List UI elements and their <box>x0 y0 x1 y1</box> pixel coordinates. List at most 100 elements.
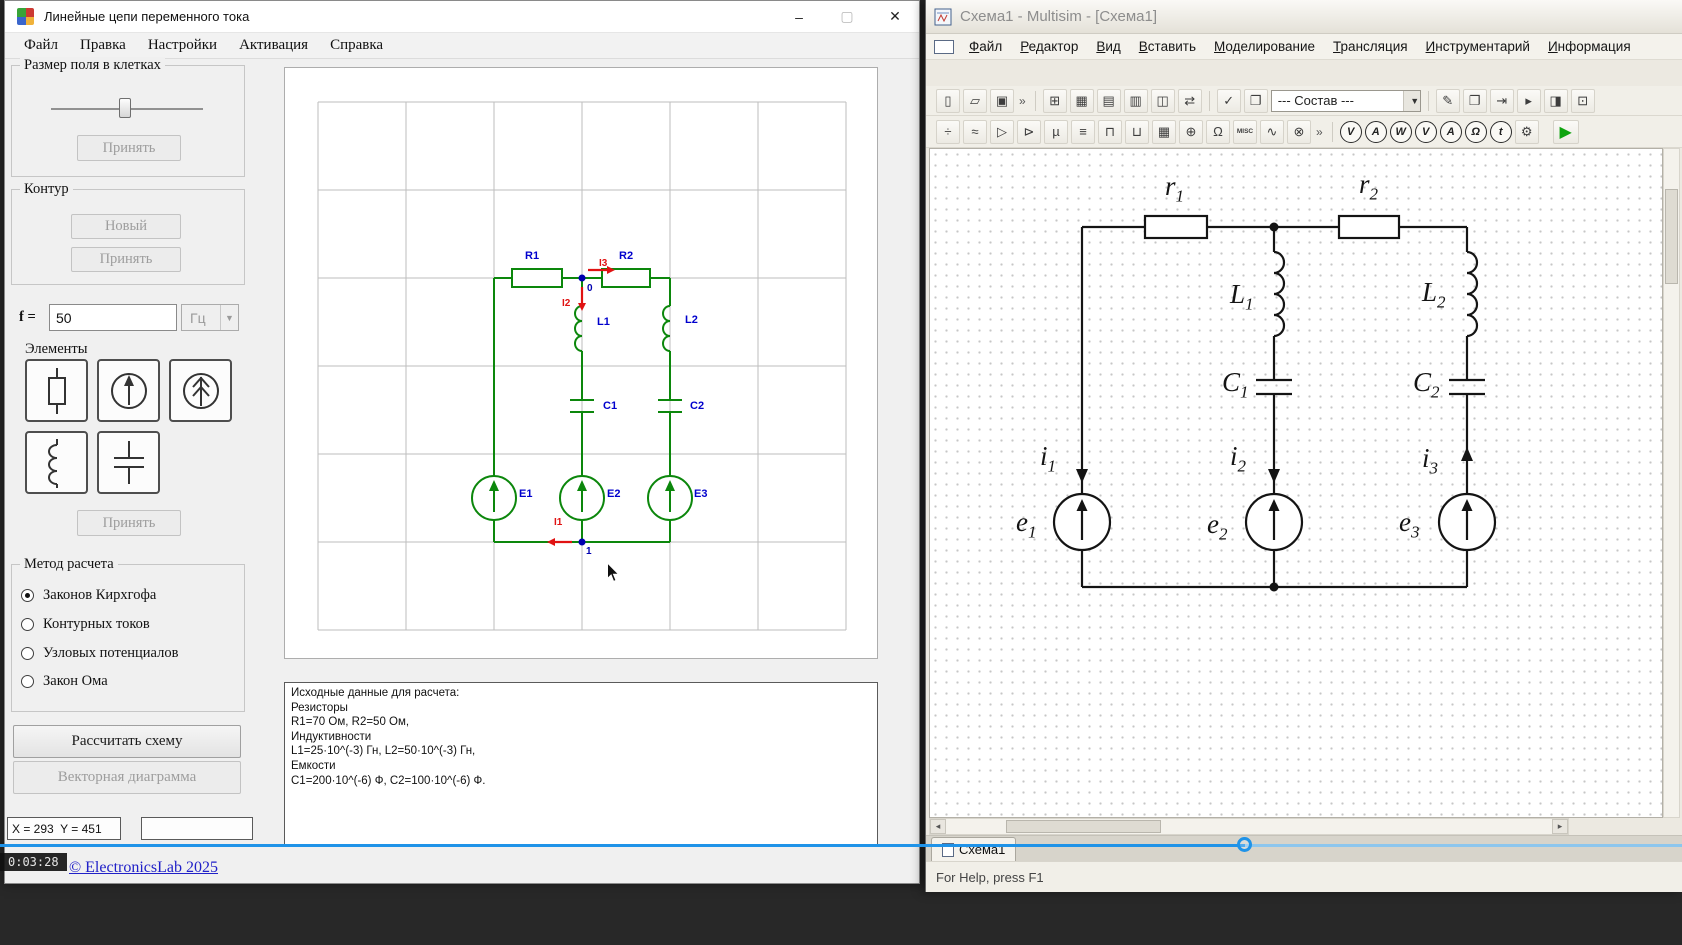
menu-insert[interactable]: Вставить <box>1130 36 1205 57</box>
vertical-scrollbar[interactable] <box>1663 148 1680 818</box>
grid-icon[interactable]: ⊞ <box>1042 88 1067 113</box>
elements-accept-button[interactable]: Принять <box>77 510 181 536</box>
horizontal-scrollbar-thumb[interactable] <box>1006 820 1161 833</box>
element-capacitor-button[interactable] <box>97 431 160 494</box>
copy-pages-icon[interactable]: ❐ <box>1243 88 1268 113</box>
source-icon <box>110 372 147 409</box>
element-resistor-button[interactable] <box>25 359 88 422</box>
toolbar-overflow-chevron[interactable]: » <box>1314 125 1325 139</box>
contour-new-button[interactable]: Новый <box>71 214 181 239</box>
transfer-icon[interactable]: ⇄ <box>1177 88 1202 113</box>
element-inductor-button[interactable] <box>25 431 88 494</box>
minimize-button[interactable]: – <box>775 1 823 32</box>
element-current-source-button[interactable] <box>169 359 232 422</box>
elements-title: Элементы <box>25 341 88 357</box>
analog-group-icon[interactable]: µ <box>1044 119 1068 144</box>
mixed-group-icon[interactable]: ▦ <box>1152 119 1176 144</box>
in-use-list-combo[interactable]: --- Состав --- ▼ <box>1270 89 1421 112</box>
rf-group-icon[interactable]: ∿ <box>1260 119 1284 144</box>
menu-activation[interactable]: Активация <box>228 34 319 57</box>
electromech-group-icon[interactable]: ⊗ <box>1287 119 1311 144</box>
menu-edit[interactable]: Редактор <box>1011 36 1087 57</box>
open-file-icon[interactable]: ▱ <box>963 88 987 113</box>
wattmeter-icon[interactable]: W <box>1389 120 1412 143</box>
edit-icon[interactable]: ✎ <box>1435 88 1460 113</box>
ttl-group-icon[interactable]: ≡ <box>1071 119 1095 144</box>
label-R2: R2 <box>619 250 634 262</box>
indicator-group-icon[interactable]: ⊕ <box>1179 119 1203 144</box>
mouse-cursor <box>607 562 620 583</box>
info-line: L1=25·10^(-3) Гн, L2=50·10^(-3) Гн, <box>291 745 476 758</box>
document-tab-bar: Схема1 <box>926 835 1682 861</box>
multisim-title-bar[interactable]: Схема1 - Multisim - [Схема1] <box>926 0 1682 34</box>
grid-size-accept-button[interactable]: Принять <box>77 135 181 161</box>
basic-group-icon[interactable]: ≈ <box>963 119 987 144</box>
title-bar[interactable]: Линейные цепи переменного тока – ▢ ✕ <box>5 1 919 33</box>
gear-icon[interactable]: ⚙ <box>1514 119 1539 144</box>
duplicate-icon[interactable]: ❐ <box>1462 88 1487 113</box>
toolbar-overflow-chevron[interactable]: » <box>1017 94 1028 108</box>
label-C1: C1 <box>1222 367 1249 402</box>
spreadsheet-icon[interactable]: ▦ <box>1069 88 1094 113</box>
menu-settings[interactable]: Настройки <box>137 34 228 57</box>
label-L1: L1 <box>597 316 610 328</box>
frequency-unit-combo[interactable]: Гц ▼ <box>181 304 239 331</box>
video-seek-handle[interactable] <box>1237 837 1252 852</box>
schematic-canvas[interactable]: R1 R2 I3 0 I2 L1 L2 C1 C2 E1 E2 E3 I1 1 <box>284 67 878 659</box>
diode-group-icon[interactable]: ▷ <box>990 119 1014 144</box>
element-source-button[interactable] <box>97 359 160 422</box>
horizontal-scrollbar[interactable]: ◂ ▸ <box>929 818 1569 835</box>
tab-schema1[interactable]: Схема1 <box>931 837 1017 861</box>
maximize-button[interactable]: ▢ <box>823 1 871 32</box>
contour-accept-button[interactable]: Принять <box>71 247 181 272</box>
video-seek-bar[interactable] <box>0 844 1682 847</box>
timer-icon[interactable]: t <box>1489 120 1512 143</box>
method-option-ohm-law[interactable]: Закон Ома <box>21 673 108 690</box>
vertical-scrollbar-thumb[interactable] <box>1665 189 1678 284</box>
menu-simulation[interactable]: Моделирование <box>1205 36 1324 57</box>
report-icon[interactable]: ▥ <box>1123 88 1148 113</box>
power-group-icon[interactable]: Ω <box>1206 119 1230 144</box>
voltmeter-icon[interactable]: V <box>1339 120 1362 143</box>
method-option-kirchhoff[interactable]: Законов Кирхгофа <box>21 587 156 604</box>
voltmeter-2-icon[interactable]: V <box>1414 120 1437 143</box>
new-file-icon[interactable]: ▯ <box>936 88 960 113</box>
method-option-node-potentials[interactable]: Узловых потенциалов <box>21 645 178 662</box>
menu-file[interactable]: Файл <box>13 34 69 57</box>
menu-help[interactable]: Справка <box>319 34 394 57</box>
close-button[interactable]: ✕ <box>871 1 919 32</box>
scroll-left-icon[interactable]: ◂ <box>930 819 946 834</box>
run-small-icon[interactable]: ▸ <box>1516 88 1541 113</box>
ammeter-2-icon[interactable]: A <box>1439 120 1462 143</box>
method-option-loop-currents[interactable]: Контурных токов <box>21 616 150 633</box>
views-icon[interactable]: ◫ <box>1150 88 1175 113</box>
panel-icon[interactable]: ◨ <box>1543 88 1568 113</box>
menu-view[interactable]: Вид <box>1087 36 1129 57</box>
ohmmeter-icon[interactable]: Ω <box>1464 120 1487 143</box>
grid-size-slider-thumb[interactable] <box>119 98 131 118</box>
misc-digital-group-icon[interactable]: ⊔ <box>1125 119 1149 144</box>
cmos-group-icon[interactable]: ⊓ <box>1098 119 1122 144</box>
target-icon[interactable]: ⊡ <box>1570 88 1595 113</box>
menu-file[interactable]: Файл <box>960 36 1011 57</box>
transistor-group-icon[interactable]: ⊳ <box>1017 119 1041 144</box>
multisim-sheet[interactable]: r1 r2 L1 L2 C1 C2 i1 i2 i3 e1 e2 e3 <box>929 148 1663 818</box>
table-icon[interactable]: ▤ <box>1096 88 1121 113</box>
misc-group-icon[interactable]: MISC <box>1233 119 1257 144</box>
coords-status-box: X = 293 Y = 451 <box>7 817 121 840</box>
check-icon[interactable]: ✓ <box>1216 88 1241 113</box>
menu-info[interactable]: Информация <box>1539 36 1640 57</box>
menu-edit[interactable]: Правка <box>69 34 137 57</box>
ammeter-icon[interactable]: A <box>1364 120 1387 143</box>
export-icon[interactable]: ⇥ <box>1489 88 1514 113</box>
scroll-right-icon[interactable]: ▸ <box>1552 819 1568 834</box>
run-simulation-button[interactable]: ▶ <box>1552 119 1579 144</box>
sources-group-icon[interactable]: ÷ <box>936 119 960 144</box>
menu-tools[interactable]: Инструментарий <box>1417 36 1539 57</box>
menu-transfer[interactable]: Трансляция <box>1324 36 1417 57</box>
electronicslab-link[interactable]: © ElectronicsLab 2025 <box>69 859 218 877</box>
save-icon[interactable]: ▣ <box>990 88 1014 113</box>
calculate-button[interactable]: Рассчитать схему <box>13 725 241 758</box>
frequency-input[interactable]: 50 <box>49 304 177 331</box>
vector-diagram-button[interactable]: Векторная диаграмма <box>13 761 241 794</box>
